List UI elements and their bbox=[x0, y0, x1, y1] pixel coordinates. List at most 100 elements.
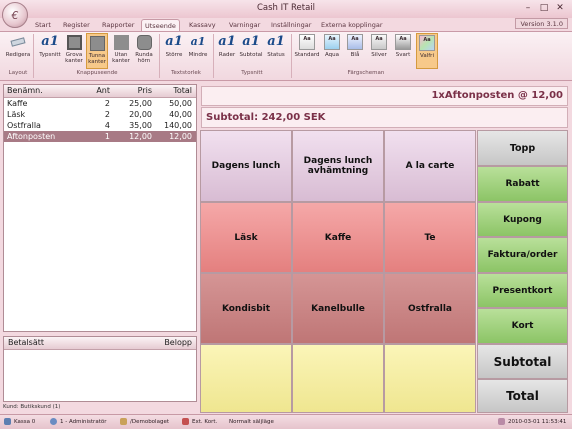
product-ostfralla[interactable]: Ostfralla bbox=[384, 273, 476, 344]
status-font-button[interactable]: a1 Status bbox=[264, 33, 288, 58]
table-row[interactable]: Ostfralla 4 35,00 140,00 bbox=[4, 120, 196, 131]
swatch-valfri-icon: Aa bbox=[418, 34, 436, 52]
product-te[interactable]: Te bbox=[384, 202, 476, 273]
minimize-button[interactable]: – bbox=[521, 3, 535, 14]
version-label: Version 3.1.0 bbox=[515, 18, 568, 29]
scheme-silver-button[interactable]: Aa Silver bbox=[368, 33, 390, 58]
product-kanelbulle[interactable]: Kanelbulle bbox=[292, 273, 384, 344]
font-subtotal-icon: a1 bbox=[242, 34, 260, 49]
product-dagens-lunch[interactable]: Dagens lunch bbox=[200, 130, 292, 202]
product-a-la-carte[interactable]: A la carte bbox=[384, 130, 476, 202]
table-row[interactable]: Läsk 2 20,00 40,00 bbox=[4, 109, 196, 120]
payment-list[interactable]: Betalsätt Belopp bbox=[3, 336, 197, 402]
swatch-silver: Aa bbox=[371, 34, 387, 50]
swatch-standard-icon: Aa bbox=[298, 33, 316, 51]
kort-button[interactable]: Kort bbox=[477, 308, 568, 344]
group-layout: Layout bbox=[8, 70, 28, 76]
storre-label: Större bbox=[165, 52, 183, 58]
col-price-header: Pris bbox=[137, 86, 152, 95]
product-empty-3[interactable] bbox=[384, 344, 476, 413]
item-total: 12,00 bbox=[169, 132, 192, 141]
item-price: 20,00 bbox=[129, 110, 152, 119]
status-kassa: Kassa 0 bbox=[4, 414, 35, 429]
presentkort-button[interactable]: Presentkort bbox=[477, 273, 568, 308]
eraser-icon bbox=[9, 33, 27, 51]
font-status-icon: a1 bbox=[267, 34, 285, 49]
font-larger-icon: a1 bbox=[165, 34, 183, 49]
tunna-kanter-label: Tunna kanter bbox=[88, 53, 106, 65]
mindre-button[interactable]: a1 Mindre bbox=[186, 33, 210, 58]
rader-button[interactable]: a1 Rader bbox=[216, 33, 238, 58]
subtotal-button[interactable]: Subtotal bbox=[477, 344, 568, 379]
tunna-kanter-button[interactable]: Tunna kanter bbox=[86, 33, 108, 69]
total-button[interactable]: Total bbox=[477, 379, 568, 413]
topp-button[interactable]: Topp bbox=[477, 130, 568, 166]
group-knappuseende: Knappuseende bbox=[76, 70, 118, 76]
col-total-header: Total bbox=[173, 86, 192, 95]
scheme-valfri-button[interactable]: Aa Valfri bbox=[416, 33, 438, 69]
item-price: 25,00 bbox=[129, 99, 152, 108]
utan-kanter-label: Utan kanter bbox=[112, 52, 130, 64]
product-empty-1[interactable] bbox=[200, 344, 292, 413]
rabatt-button[interactable]: Rabatt bbox=[477, 166, 568, 202]
customer-label: Kund: Butikskund (1) bbox=[3, 404, 61, 410]
font-icon: a1 bbox=[41, 34, 59, 49]
font-smaller-icon: a1 bbox=[190, 35, 206, 48]
scheme-aqua-label: Aqua bbox=[324, 52, 339, 58]
payment-header: Betalsätt Belopp bbox=[4, 337, 196, 350]
scheme-standard-label: Standard bbox=[294, 52, 320, 58]
tab-start[interactable]: Start bbox=[32, 19, 54, 31]
subtotal-font-button[interactable]: a1 Subtotal bbox=[238, 33, 264, 58]
item-name: Kaffe bbox=[7, 99, 28, 108]
grova-kanter-button[interactable]: Grova kanter bbox=[63, 33, 85, 64]
swatch-silver-icon: Aa bbox=[370, 33, 388, 51]
scheme-svart-label: Svart bbox=[395, 52, 411, 58]
col-qty-header: Ant bbox=[96, 86, 110, 95]
status-database: /Demobolaget bbox=[120, 414, 169, 429]
product-lask[interactable]: Läsk bbox=[200, 202, 292, 273]
maximize-button[interactable]: □ bbox=[537, 3, 551, 14]
table-row-selected[interactable]: Aftonposten 1 12,00 12,00 bbox=[4, 131, 196, 142]
item-qty: 4 bbox=[104, 121, 110, 130]
product-dagens-lunch-avhamtning[interactable]: Dagens lunch avhämtning bbox=[292, 130, 384, 202]
payment-method-header: Betalsätt bbox=[8, 338, 45, 347]
kupong-button[interactable]: Kupong bbox=[477, 202, 568, 237]
tab-kassavy[interactable]: Kassavy bbox=[186, 19, 219, 31]
rader-label: Rader bbox=[218, 52, 236, 58]
product-kaffe[interactable]: Kaffe bbox=[292, 202, 384, 273]
table-row[interactable]: Kaffe 2 25,00 50,00 bbox=[4, 98, 196, 109]
product-empty-2[interactable] bbox=[292, 344, 384, 413]
swatch-aqua: Aa bbox=[324, 34, 340, 50]
scheme-svart-button[interactable]: Aa Svart bbox=[392, 33, 414, 58]
utan-kanter-button[interactable]: Utan kanter bbox=[110, 33, 132, 64]
close-button[interactable]: ✕ bbox=[553, 3, 567, 14]
runda-horn-button[interactable]: Runda hörn bbox=[133, 33, 155, 64]
tab-varningar[interactable]: Varningar bbox=[226, 19, 263, 31]
item-total: 50,00 bbox=[169, 99, 192, 108]
faktura-order-button[interactable]: Faktura/order bbox=[477, 237, 568, 273]
subtotal-display: Subtotal: 242,00 SEK bbox=[201, 107, 568, 128]
scheme-standard-button[interactable]: Aa Standard bbox=[294, 33, 320, 58]
scheme-aqua-button[interactable]: Aa Aqua bbox=[322, 33, 342, 58]
tab-externa-kopplingar[interactable]: Externa kopplingar bbox=[318, 19, 386, 31]
storre-button[interactable]: a1 Större bbox=[162, 33, 186, 58]
scheme-bla-button[interactable]: Aa Blå bbox=[345, 33, 365, 58]
group-textstorlek: Textstorlek bbox=[171, 70, 201, 76]
typsnitt-button[interactable]: a1 Typsnitt bbox=[37, 33, 63, 58]
receipt-list[interactable]: Benämn. Ant Pris Total Kaffe 2 25,00 50,00 … bbox=[3, 84, 197, 332]
tab-installningar[interactable]: Inställningar bbox=[268, 19, 314, 31]
swatch-bla-icon: Aa bbox=[346, 33, 364, 51]
redigera-button[interactable]: Redigera bbox=[5, 33, 31, 58]
tab-utseende[interactable]: Utseende bbox=[141, 19, 180, 31]
item-price: 35,00 bbox=[129, 121, 152, 130]
tab-register[interactable]: Register bbox=[60, 19, 93, 31]
thick-border-icon bbox=[65, 33, 83, 51]
swatch-aqua-icon: Aa bbox=[323, 33, 341, 51]
card-icon bbox=[182, 418, 189, 425]
swatch-standard: Aa bbox=[299, 34, 315, 50]
status-user: 1 - Administratör bbox=[50, 414, 106, 429]
tab-rapporter[interactable]: Rapporter bbox=[99, 19, 137, 31]
product-kondisbit[interactable]: Kondisbit bbox=[200, 273, 292, 344]
app-menu-button[interactable]: € bbox=[2, 2, 28, 28]
scheme-silver-label: Silver bbox=[371, 52, 387, 58]
